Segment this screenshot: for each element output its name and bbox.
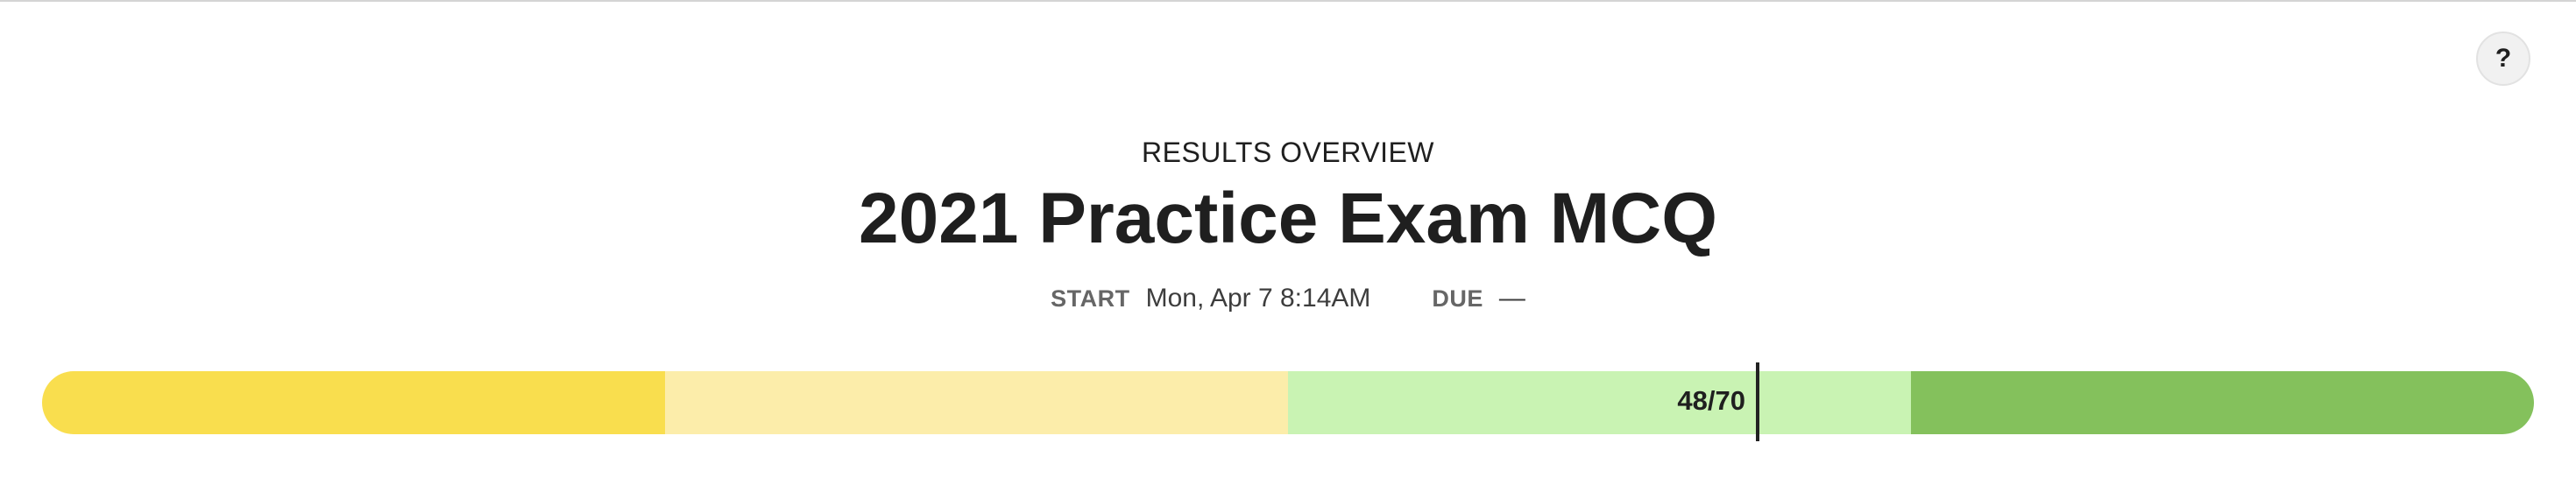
due-value: —	[1498, 284, 1525, 313]
help-button[interactable]: ?	[2476, 32, 2530, 86]
score-band-2	[665, 371, 1288, 434]
start-value: Mon, Apr 7 8:14AM	[1145, 284, 1371, 313]
exam-meta: START Mon, Apr 7 8:14AM DUE —	[0, 284, 2576, 313]
score-progress-bar	[42, 371, 2534, 434]
due-key: DUE	[1432, 285, 1483, 312]
score-band-3	[1288, 371, 1911, 434]
page-title: 2021 Practice Exam MCQ	[859, 179, 1717, 258]
score-label: 48/70	[1677, 385, 1745, 416]
top-divider	[0, 0, 2576, 2]
help-icon: ?	[2495, 44, 2512, 73]
section-label: RESULTS OVERVIEW	[1142, 137, 1434, 168]
score-marker	[1756, 362, 1759, 441]
score-band-1	[42, 371, 665, 434]
score-band-4	[1911, 371, 2534, 434]
start-key: START	[1051, 285, 1130, 312]
